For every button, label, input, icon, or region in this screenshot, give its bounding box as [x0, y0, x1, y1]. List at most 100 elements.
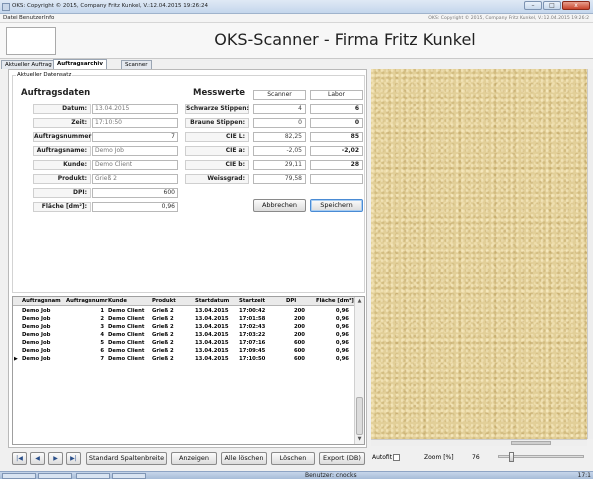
delete-all-button[interactable]: Alle löschen: [221, 452, 267, 465]
standard-column-width-button[interactable]: Standard Spaltenbreite: [86, 452, 167, 465]
scroll-up-icon[interactable]: ▲: [355, 297, 364, 306]
labor-braune-stippen[interactable]: 0: [310, 118, 363, 128]
page-title: OKS-Scanner - Firma Fritz Kunkel: [214, 30, 476, 49]
labor-cie-b[interactable]: 28: [310, 160, 363, 170]
app-icon: [2, 3, 10, 11]
scanner-braune-stippen[interactable]: 0: [253, 118, 306, 128]
last-record-button[interactable]: ▶|: [66, 452, 81, 465]
image-vertical-scrollbar[interactable]: [587, 69, 593, 439]
autofit-label: Autofit: [372, 454, 393, 461]
scroll-down-icon[interactable]: ▼: [355, 435, 364, 444]
label-flaeche: Fläche [dm²]:: [33, 202, 91, 212]
grid-header: Auftragsnam Auftragsnumr Kunde Produkt S…: [13, 297, 355, 306]
autofit-checkbox[interactable]: [393, 454, 400, 461]
table-row[interactable]: Demo Job 5 Demo Client Grieß 2 13.04.2015 17:…: [13, 339, 355, 347]
col-header-auftragsname[interactable]: Auftragsnam: [22, 298, 61, 304]
cell-produkt: Grieß 2: [152, 332, 174, 338]
cell-flaeche: 0,96: [335, 332, 349, 338]
next-record-button[interactable]: ▶: [48, 452, 63, 465]
cell-auftragsname: Demo Job: [22, 340, 51, 346]
maximize-button[interactable]: □: [543, 1, 561, 10]
save-button[interactable]: Speichern: [310, 199, 363, 212]
field-auftragsname[interactable]: Demo Job: [92, 146, 178, 156]
cell-dpi: 200: [293, 308, 305, 314]
cell-kunde: Demo Client: [108, 316, 145, 322]
zoom-slider-knob[interactable]: [509, 452, 514, 462]
cell-kunde: Demo Client: [108, 324, 145, 330]
field-auftragsnummer[interactable]: 7: [92, 132, 178, 142]
cell-auftragsname: Demo Job: [22, 308, 51, 314]
cell-kunde: Demo Client: [108, 332, 145, 338]
col-header-startdatum[interactable]: Startdatum: [195, 298, 229, 304]
label-cie-a: CIE a:: [185, 146, 249, 156]
archive-grid[interactable]: Auftragsnam Auftragsnumr Kunde Produkt S…: [12, 296, 365, 445]
cell-kunde: Demo Client: [108, 356, 145, 362]
labor-schwarze-stippen[interactable]: 6: [310, 104, 363, 114]
table-row[interactable]: Demo Job 1 Demo Client Grieß 2 13.04.2015 17:…: [13, 307, 355, 315]
scanner-cie-a[interactable]: -2,05: [253, 146, 306, 156]
zoom-slider[interactable]: [498, 452, 584, 462]
table-row[interactable]: Demo Job 6 Demo Client Grieß 2 13.04.2015 17:…: [13, 347, 355, 355]
first-record-button[interactable]: |◀: [12, 452, 27, 465]
field-flaeche[interactable]: 0,96: [92, 202, 178, 212]
col-header-produkt[interactable]: Produkt: [152, 298, 176, 304]
labor-cie-a[interactable]: -2,02: [310, 146, 363, 156]
grid-vertical-scrollbar[interactable]: ▲ ▼: [354, 297, 364, 444]
taskbar-window-1[interactable]: [2, 473, 36, 479]
window-titlebar[interactable]: OKS: Copyright © 2015, Company Fritz Kun…: [0, 0, 593, 14]
scanner-schwarze-stippen[interactable]: 4: [253, 104, 306, 114]
taskbar-window-3[interactable]: [76, 473, 110, 479]
minimize-button[interactable]: –: [524, 1, 542, 10]
tab-aktueller-auftrag[interactable]: Aktueller Auftrag: [1, 60, 56, 69]
label-dpi: DPI:: [33, 188, 91, 198]
table-row[interactable]: ▶ Demo Job 7 Demo Client Grieß 2 13.04.2015 17…: [13, 355, 355, 363]
field-datum[interactable]: 13.04.2015: [92, 104, 178, 114]
cell-startdatum: 13.04.2015: [195, 348, 229, 354]
col-header-kunde[interactable]: Kunde: [108, 298, 127, 304]
taskbar-window-4[interactable]: [112, 473, 146, 479]
scanner-cie-b[interactable]: 29,11: [253, 160, 306, 170]
cancel-button[interactable]: Abbrechen: [253, 199, 306, 212]
col-header-dpi[interactable]: DPI: [286, 298, 296, 304]
tab-scanner[interactable]: Scanner: [121, 60, 152, 69]
cell-auftragsname: Demo Job: [22, 316, 51, 322]
cell-startdatum: 13.04.2015: [195, 324, 229, 330]
export-db-button[interactable]: Export (DB): [319, 452, 365, 465]
image-horizontal-scrollbar[interactable]: [371, 439, 587, 446]
close-button[interactable]: x: [562, 1, 590, 10]
cell-startzeit: 17:09:45: [239, 348, 266, 354]
menu-item-info[interactable]: Info: [44, 15, 54, 21]
menu-item-benutzer[interactable]: Benutzer: [19, 15, 44, 21]
cell-produkt: Grieß 2: [152, 316, 174, 322]
scan-image-view[interactable]: [371, 69, 587, 439]
label-cie-l: CIE L:: [185, 132, 249, 142]
col-header-auftragsnummer[interactable]: Auftragsnumr: [66, 298, 108, 304]
col-header-startzeit[interactable]: Startzeit: [239, 298, 265, 304]
taskbar-clock: 17:1: [577, 472, 591, 479]
labor-cie-l[interactable]: 85: [310, 132, 363, 142]
label-produkt: Produkt:: [33, 174, 91, 184]
field-zeit[interactable]: 17:10:50: [92, 118, 178, 128]
table-row[interactable]: Demo Job 3 Demo Client Grieß 2 13.04.2015 17:…: [13, 323, 355, 331]
col-header-flaeche[interactable]: Fläche [dm²]: [316, 298, 354, 304]
label-schwarze-stippen: Schwarze Stippen:: [185, 104, 249, 114]
taskbar-window-2[interactable]: [38, 473, 72, 479]
delete-button[interactable]: Löschen: [271, 452, 315, 465]
show-button[interactable]: Anzeigen: [171, 452, 217, 465]
field-dpi[interactable]: 600: [92, 188, 178, 198]
table-row[interactable]: Demo Job 2 Demo Client Grieß 2 13.04.2015 17:…: [13, 315, 355, 323]
labor-weissgrad[interactable]: [310, 174, 363, 184]
field-kunde[interactable]: Demo Client: [92, 160, 178, 170]
prev-record-button[interactable]: ◀: [30, 452, 45, 465]
cell-startdatum: 13.04.2015: [195, 340, 229, 346]
menu-item-datei[interactable]: Datei: [3, 15, 18, 21]
scanner-weissgrad[interactable]: 79,58: [253, 174, 306, 184]
scanner-cie-l[interactable]: 82,25: [253, 132, 306, 142]
archive-panel: Aktueller Datensatz Auftragsdaten Messwe…: [8, 69, 367, 448]
table-row[interactable]: Demo Job 4 Demo Client Grieß 2 13.04.2015 17:…: [13, 331, 355, 339]
tab-auftragsarchiv[interactable]: Auftragsarchiv: [53, 59, 107, 69]
label-weissgrad: Weissgrad:: [185, 174, 249, 184]
scrollbar-thumb[interactable]: [356, 397, 363, 435]
image-scroll-thumb[interactable]: [511, 441, 551, 445]
field-produkt[interactable]: Grieß 2: [92, 174, 178, 184]
